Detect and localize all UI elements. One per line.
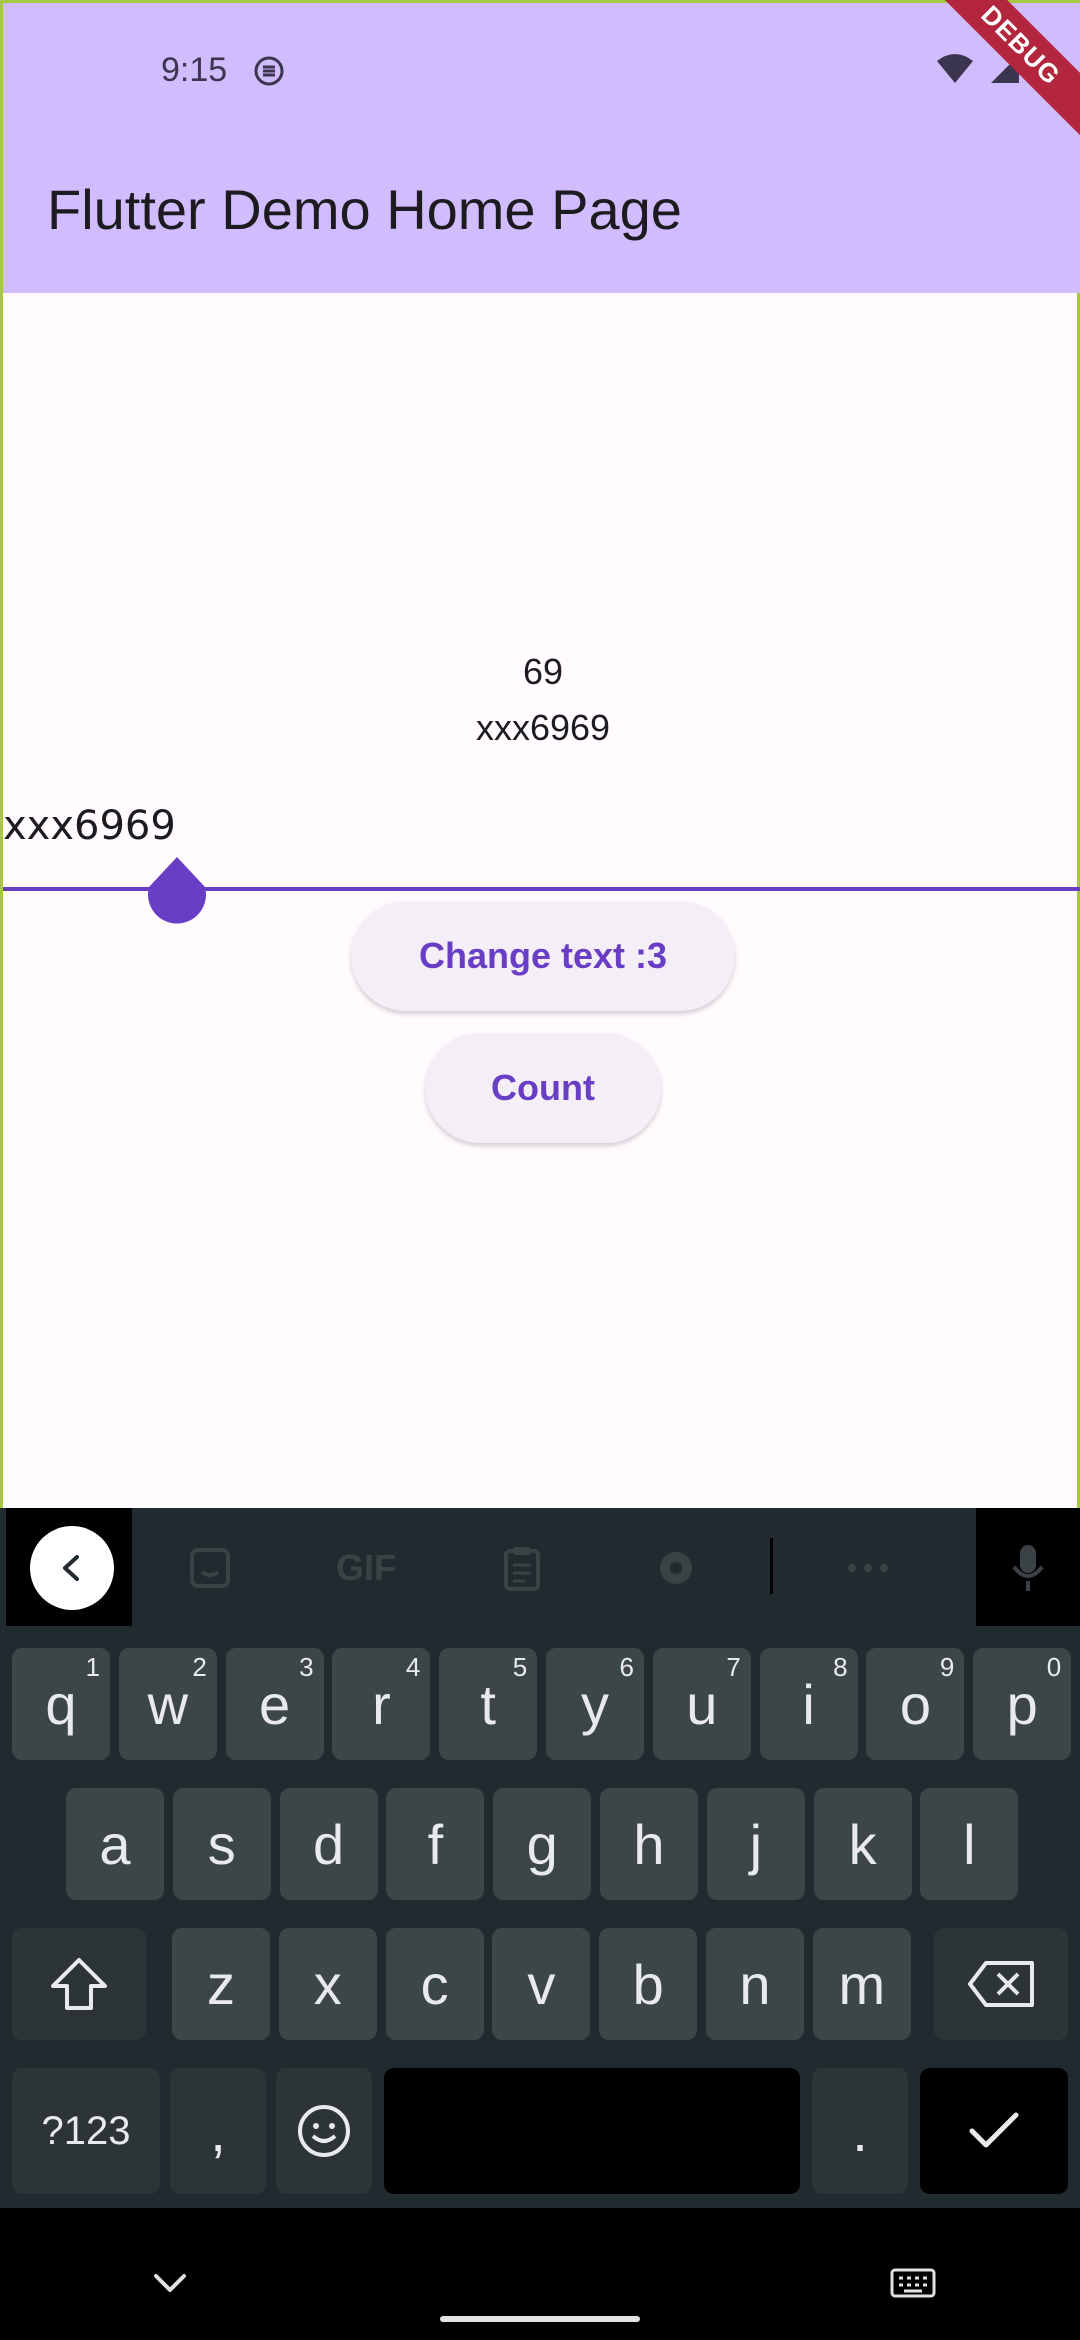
key-label: r — [372, 1672, 391, 1736]
home-gesture-bar[interactable] — [440, 2316, 640, 2322]
key-label: m — [838, 1952, 886, 2016]
key-hint: 6 — [619, 1652, 634, 1682]
key-c[interactable]: c — [385, 1928, 484, 2040]
key-o[interactable]: o9 — [866, 1648, 965, 1760]
key-label: a — [99, 1812, 131, 1876]
key-hint: 2 — [192, 1652, 207, 1682]
key-hint: 8 — [833, 1652, 848, 1682]
back-icon[interactable] — [30, 1526, 114, 1610]
key-t[interactable]: t5 — [439, 1648, 538, 1760]
app-bar: Flutter Demo Home Page — [3, 143, 1080, 293]
key-v[interactable]: v — [492, 1928, 591, 2040]
key-q[interactable]: q1 — [12, 1648, 110, 1760]
key-x[interactable]: x — [278, 1928, 377, 2040]
status-time: 9:15 — [161, 51, 228, 89]
count-button[interactable]: Count — [425, 1033, 661, 1143]
key-label: o — [899, 1672, 931, 1736]
key-label: v — [527, 1952, 556, 2016]
key-label: x — [313, 1952, 342, 2016]
mic-icon[interactable] — [1004, 1544, 1052, 1592]
key-label: s — [207, 1812, 236, 1876]
more-icon[interactable] — [844, 1544, 892, 1592]
key-g[interactable]: g — [493, 1788, 592, 1900]
key-k[interactable]: k — [813, 1788, 912, 1900]
key-label: e — [259, 1672, 291, 1736]
counter-text: 69 — [522, 651, 564, 692]
app-frame: 9:15 DEBUG Flutter Demo Home Page 69 xxx… — [0, 0, 1080, 1508]
change-text-button[interactable]: Change text :3 — [351, 901, 735, 1011]
key-hint: 4 — [405, 1652, 421, 1682]
key-a[interactable]: a — [66, 1788, 164, 1900]
key-label: u — [686, 1672, 718, 1736]
key-s[interactable]: s — [172, 1788, 271, 1900]
key-i[interactable]: i8 — [759, 1648, 858, 1760]
page-title: Flutter Demo Home Page — [47, 178, 682, 241]
key-label: z — [207, 1952, 235, 2016]
key-b[interactable]: b — [599, 1928, 698, 2040]
key-label: q — [45, 1672, 77, 1736]
key-p[interactable]: p0 — [973, 1648, 1072, 1760]
mic-area — [976, 1508, 1080, 1626]
key-hint: 7 — [726, 1652, 741, 1682]
key-label: w — [147, 1672, 189, 1736]
wifi-icon — [937, 54, 973, 83]
status-bar: 9:15 DEBUG — [3, 0, 1080, 146]
key-label: n — [739, 1952, 771, 2016]
keyboard-back-area — [6, 1508, 132, 1626]
key-label: g — [526, 1812, 558, 1876]
space-key[interactable] — [384, 2068, 800, 2194]
key-label: i — [802, 1672, 815, 1736]
emoji-key[interactable] — [276, 2068, 372, 2194]
symbols-key[interactable]: ?123 — [12, 2068, 160, 2194]
clipboard-icon[interactable] — [498, 1544, 546, 1592]
keyboard-toolbar: GIF — [0, 1508, 1080, 1626]
key-r[interactable]: r4 — [332, 1648, 431, 1760]
text-field[interactable]: xxx6969 — [3, 803, 176, 849]
comma-key[interactable]: , — [170, 2068, 266, 2194]
key-h[interactable]: h — [600, 1788, 698, 1900]
cursor-handle-icon[interactable] — [147, 857, 207, 929]
key-z[interactable]: z — [172, 1928, 270, 2040]
key-n[interactable]: n — [706, 1928, 804, 2040]
key-l[interactable]: l — [920, 1788, 1019, 1900]
backspace-key[interactable] — [934, 1928, 1068, 2040]
key-label: k — [848, 1812, 877, 1876]
enter-key[interactable] — [920, 2068, 1068, 2194]
key-m[interactable]: m — [812, 1928, 911, 2040]
key-label: c — [420, 1952, 449, 2016]
key-hint: 0 — [1046, 1652, 1062, 1682]
keyboard-switch-icon[interactable] — [890, 2268, 936, 2298]
key-label: h — [633, 1812, 665, 1876]
gif-icon[interactable]: GIF — [330, 1544, 402, 1592]
key-label: p — [1006, 1672, 1038, 1736]
key-label: f — [427, 1812, 444, 1876]
key-label: y — [581, 1672, 609, 1736]
key-hint: 1 — [85, 1652, 100, 1682]
toolbar-divider — [770, 1538, 773, 1594]
key-label: j — [749, 1812, 763, 1876]
key-label: d — [313, 1812, 345, 1876]
key-d[interactable]: d — [279, 1788, 378, 1900]
key-hint: 9 — [939, 1652, 955, 1682]
sticker-icon[interactable] — [186, 1544, 234, 1592]
keyboard: GIF ?123 , . q1w2e3r4t5y6u7i8o9p0asdfghj… — [0, 1508, 1080, 2208]
label-text: xxx6969 — [475, 707, 611, 748]
shift-key[interactable] — [12, 1928, 146, 2040]
key-hint: 5 — [512, 1652, 528, 1682]
navigation-bar — [0, 2208, 1080, 2340]
key-hint: 3 — [299, 1652, 314, 1682]
key-y[interactable]: y6 — [546, 1648, 644, 1760]
key-w[interactable]: w2 — [118, 1648, 217, 1760]
key-label: t — [480, 1672, 496, 1736]
period-key[interactable]: . — [812, 2068, 908, 2194]
key-u[interactable]: u7 — [652, 1648, 751, 1760]
key-j[interactable]: j — [706, 1788, 805, 1900]
key-label: l — [963, 1812, 976, 1876]
chevron-down-icon[interactable] — [150, 2272, 190, 2296]
key-label: b — [632, 1952, 664, 2016]
notification-icon — [254, 56, 284, 86]
key-f[interactable]: f — [386, 1788, 485, 1900]
key-e[interactable]: e3 — [225, 1648, 324, 1760]
settings-icon[interactable] — [652, 1544, 700, 1592]
